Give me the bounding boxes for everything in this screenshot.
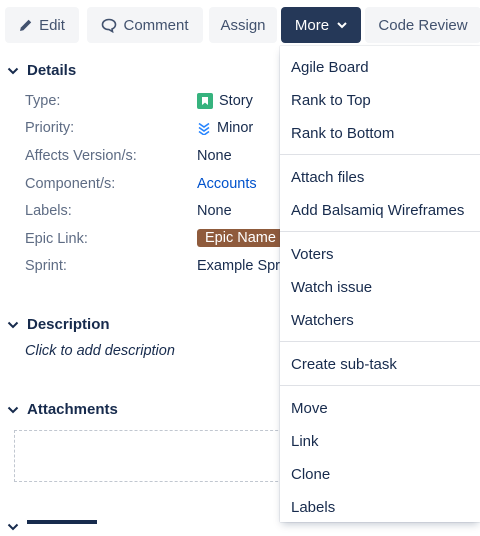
menu-item-add-balsamiq-wireframes[interactable]: Add Balsamiq Wireframes [280, 194, 480, 227]
cut-off-heading-text [27, 520, 97, 524]
chevron-down-icon [7, 406, 21, 414]
menu-item-watch-issue[interactable]: Watch issue [280, 271, 480, 304]
menu-item-voters[interactable]: Voters [280, 238, 480, 271]
assign-button-label: Assign [220, 16, 266, 34]
menu-divider [280, 154, 480, 155]
component-link[interactable]: Accounts [197, 176, 257, 192]
attachments-heading: Attachments [27, 401, 118, 418]
menu-item-agile-board[interactable]: Agile Board [280, 51, 480, 84]
priority-value-text: Minor [217, 120, 254, 136]
code-review-button-label: Code Review [378, 16, 468, 34]
edit-button-label: Edit [39, 16, 65, 34]
menu-item-clone[interactable]: Clone [280, 458, 480, 491]
type-label: Type: [25, 93, 61, 109]
comment-button[interactable]: Comment [87, 7, 203, 43]
details-toggle[interactable]: Details [7, 62, 76, 79]
comment-button-label: Comment [123, 16, 189, 34]
assign-button[interactable]: Assign [209, 7, 277, 43]
type-value-text: Story [219, 93, 253, 109]
priority-label: Priority: [25, 120, 75, 136]
story-icon [197, 93, 213, 109]
details-heading: Details [27, 62, 77, 79]
chevron-down-icon [7, 518, 19, 536]
more-button-label: More [294, 16, 330, 34]
menu-divider [280, 341, 480, 342]
comment-icon [101, 18, 117, 33]
affects-version-value: None [197, 148, 232, 164]
menu-item-watchers[interactable]: Watchers [280, 304, 480, 337]
menu-item-labels[interactable]: Labels [280, 491, 480, 524]
description-placeholder[interactable]: Click to add description [25, 343, 175, 359]
labels-label: Labels: [25, 203, 72, 219]
menu-item-attach-files[interactable]: Attach files [280, 161, 480, 194]
menu-item-move[interactable]: Move [280, 392, 480, 425]
next-section-heading [7, 514, 127, 531]
sprint-label: Sprint: [25, 258, 67, 274]
code-review-button[interactable]: Code Review [365, 7, 480, 43]
menu-item-rank-to-bottom[interactable]: Rank to Bottom [280, 117, 480, 150]
menu-item-rank-to-top[interactable]: Rank to Top [280, 84, 480, 117]
chevron-down-icon [7, 67, 21, 75]
menu-divider [280, 231, 480, 232]
menu-item-link[interactable]: Link [280, 425, 480, 458]
description-heading: Description [27, 316, 110, 333]
epic-lozenge[interactable]: Epic Name [197, 229, 284, 247]
affects-version-label: Affects Version/s: [25, 148, 137, 164]
priority-minor-icon [197, 121, 211, 135]
pencil-icon [19, 18, 33, 32]
menu-divider [280, 385, 480, 386]
epic-link-label: Epic Link: [25, 231, 88, 247]
type-value: Story [197, 93, 253, 109]
epic-link-value: Epic Name [197, 229, 284, 247]
more-dropdown-menu: Agile Board Rank to Top Rank to Bottom A… [280, 46, 480, 522]
chevron-down-icon [337, 21, 347, 29]
sprint-value[interactable]: Example Spr [197, 258, 280, 274]
menu-item-create-sub-task[interactable]: Create sub-task [280, 348, 480, 381]
edit-button[interactable]: Edit [5, 7, 79, 43]
priority-value: Minor [197, 120, 253, 136]
attachments-toggle[interactable]: Attachments [7, 401, 118, 418]
labels-value: None [197, 203, 232, 219]
component-label: Component/s: [25, 176, 116, 192]
description-toggle[interactable]: Description [7, 316, 110, 333]
more-button[interactable]: More [281, 7, 361, 43]
chevron-down-icon [7, 321, 21, 329]
